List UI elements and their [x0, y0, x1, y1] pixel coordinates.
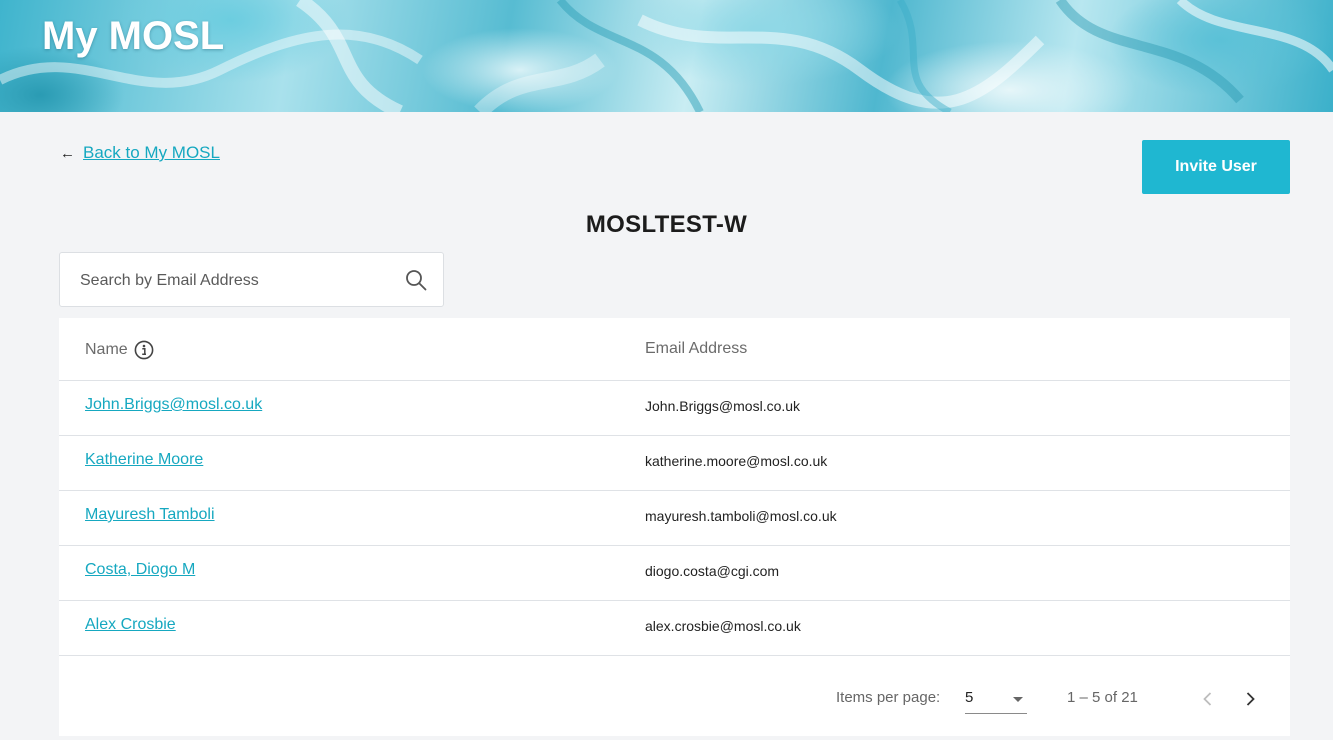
user-name-link[interactable]: John.Briggs@mosl.co.uk — [85, 396, 262, 414]
user-email: John.Briggs@mosl.co.uk — [645, 398, 801, 414]
user-email: diogo.costa@cgi.com — [645, 563, 780, 579]
dropdown-caret-icon — [1013, 697, 1023, 702]
column-header-email: Email Address — [645, 340, 748, 357]
user-name-link[interactable]: Mayuresh Tamboli — [85, 506, 215, 524]
items-per-page-select[interactable]: 5 — [965, 687, 1027, 714]
page-title: MOSLTEST-W — [585, 211, 748, 238]
paginator: Items per page: 5 1 – 5 of 21 — [59, 656, 1290, 736]
back-link[interactable]: ← Back to My MOSL — [60, 143, 220, 163]
user-email: alex.crosbie@mosl.co.uk — [645, 618, 801, 634]
app-title: My MOSL — [42, 14, 225, 58]
search-box — [59, 252, 444, 307]
header-banner: My MOSL — [0, 0, 1333, 112]
users-table: Name Email Address John.Briggs@mosl.co.u… — [59, 318, 1290, 736]
info-icon[interactable] — [134, 340, 154, 360]
items-per-page-label: Items per page: — [836, 689, 941, 706]
column-header-name-label: Name — [85, 341, 128, 358]
user-name-link[interactable]: Katherine Moore — [85, 451, 203, 469]
previous-page-button[interactable] — [1197, 688, 1219, 710]
items-per-page-value: 5 — [965, 689, 974, 706]
search-input[interactable] — [78, 267, 382, 295]
table-row: Mayuresh Tamboli mayuresh.tamboli@mosl.c… — [59, 491, 1290, 546]
search-icon[interactable] — [404, 268, 428, 292]
user-name-link[interactable]: Costa, Diogo M — [85, 561, 195, 579]
table-row: Costa, Diogo M diogo.costa@cgi.com — [59, 546, 1290, 601]
page-range-label: 1 – 5 of 21 — [1067, 689, 1138, 706]
user-email: katherine.moore@mosl.co.uk — [645, 453, 828, 469]
user-email: mayuresh.tamboli@mosl.co.uk — [645, 508, 837, 524]
user-name-link[interactable]: Alex Crosbie — [85, 616, 176, 634]
invite-user-button[interactable]: Invite User — [1142, 140, 1290, 194]
next-page-button[interactable] — [1239, 688, 1261, 710]
back-arrow-icon: ← — [60, 144, 75, 162]
column-header-name: Name — [85, 340, 154, 360]
table-row: Alex Crosbie alex.crosbie@mosl.co.uk — [59, 601, 1290, 656]
back-link-label: Back to My MOSL — [83, 143, 220, 162]
table-header: Name Email Address — [59, 318, 1290, 381]
table-row: John.Briggs@mosl.co.uk John.Briggs@mosl.… — [59, 381, 1290, 436]
table-row: Katherine Moore katherine.moore@mosl.co.… — [59, 436, 1290, 491]
